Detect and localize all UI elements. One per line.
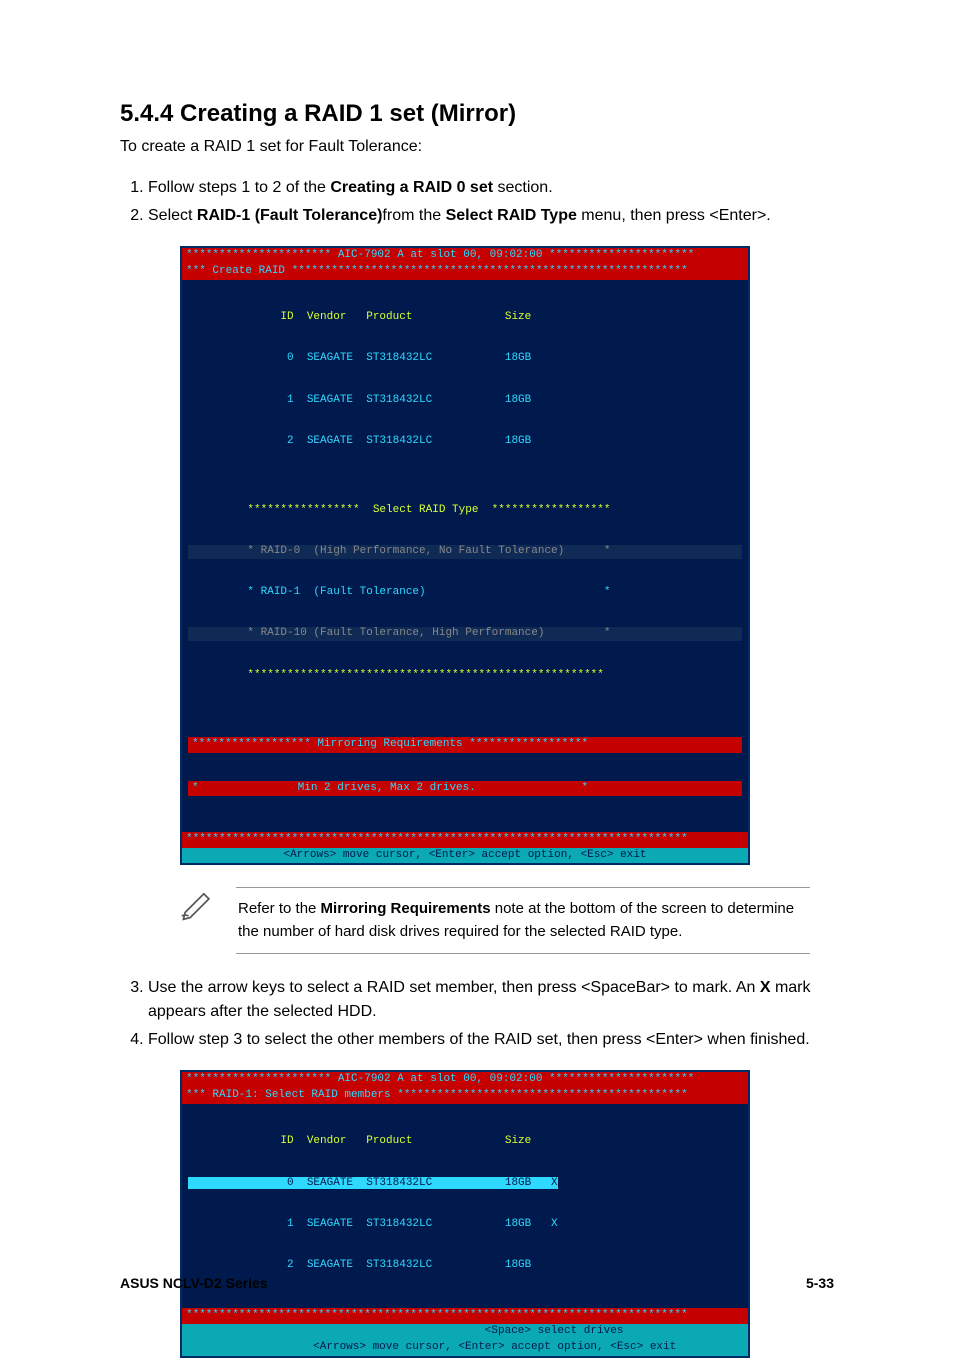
ss1-select-opt: * RAID-10 (Fault Tolerance, High Perform… [188, 627, 742, 641]
step-4: Follow step 3 to select the other member… [148, 1028, 834, 1052]
ss1-row: 0 SEAGATE ST318432LC 18GB [188, 352, 742, 366]
page-container: 5.4.4 Creating a RAID 1 set (Mirror) To … [0, 0, 954, 1351]
step-2-text-c: menu, then press <Enter>. [577, 207, 771, 224]
bios-screenshot-2: ********************** AIC-7902 A at slo… [180, 1070, 750, 1357]
section-heading: 5.4.4 Creating a RAID 1 set (Mirror) [120, 100, 834, 128]
ss1-col-head: ID Vendor Product Size [188, 311, 742, 325]
ss2-topbar: ********************** AIC-7902 A at slo… [182, 1072, 748, 1088]
ss2-col-head: ID Vendor Product Size [188, 1135, 742, 1149]
step-3-bold: X [760, 979, 771, 996]
ss1-row: 1 SEAGATE ST318432LC 18GB [188, 394, 742, 408]
procedure-list-1: Follow steps 1 to 2 of the Creating a RA… [120, 176, 834, 228]
ss1-select-opt-active: * RAID-1 (Fault Tolerance) * [188, 586, 742, 600]
footer-right: 5-33 [806, 1275, 834, 1291]
step-1-text-end: section. [493, 179, 553, 196]
ss2-row-hl: 0 SEAGATE ST318432LC 18GB X [188, 1177, 558, 1189]
footer-left: ASUS NCLV-D2 Series [120, 1275, 268, 1291]
step-1: Follow steps 1 to 2 of the Creating a RA… [148, 176, 834, 200]
ss1-select-head: ***************** Select RAID Type *****… [188, 504, 742, 518]
step-2-text-a: Select [148, 207, 197, 224]
note-text: Refer to the Mirroring Requirements note… [236, 887, 810, 954]
bios-screenshot-1: ********************** AIC-7902 A at slo… [180, 246, 750, 865]
note-pencil-icon [180, 887, 214, 921]
ss1-body: ID Vendor Product Size 0 SEAGATE ST31843… [182, 280, 748, 832]
ss1-select-opt: * RAID-0 (High Performance, No Fault Tol… [188, 545, 742, 559]
procedure-list-2: Use the arrow keys to select a RAID set … [120, 976, 834, 1052]
ss1-row: 2 SEAGATE ST318432LC 18GB [188, 435, 742, 449]
step-1-text: Follow steps 1 to 2 of the [148, 179, 330, 196]
ss2-row: 0 SEAGATE ST318432LC 18GB X [188, 1177, 742, 1191]
ss2-row: 1 SEAGATE ST318432LC 18GB X [188, 1218, 742, 1232]
ss2-sep: ****************************************… [182, 1308, 748, 1324]
ss1-mirror-head: ****************** Mirroring Requirement… [188, 737, 742, 753]
step-2: Select RAID-1 (Fault Tolerance)from the … [148, 204, 834, 228]
ss2-footer-1: <Space> select drives [182, 1324, 748, 1340]
note-text-bold: Mirroring Requirements [321, 900, 491, 917]
step-3: Use the arrow keys to select a RAID set … [148, 976, 834, 1024]
page-footer: ASUS NCLV-D2 Series 5-33 [120, 1275, 834, 1291]
step-2-bold-b: Select RAID Type [446, 207, 577, 224]
step-3-text-a: Use the arrow keys to select a RAID set … [148, 979, 760, 996]
ss1-footer: <Arrows> move cursor, <Enter> accept opt… [182, 848, 748, 864]
ss1-sep: ****************************************… [182, 832, 748, 848]
step-2-text-b: from the [382, 207, 445, 224]
ss1-select-end: ****************************************… [188, 669, 742, 683]
step-2-bold-a: RAID-1 (Fault Tolerance) [197, 207, 383, 224]
ss1-topbar: ********************** AIC-7902 A at slo… [182, 248, 748, 264]
step-1-bold: Creating a RAID 0 set [330, 179, 493, 196]
ss2-title: *** RAID-1: Select RAID members ********… [182, 1088, 748, 1104]
intro-paragraph: To create a RAID 1 set for Fault Toleran… [120, 138, 834, 156]
ss2-footer-2: <Arrows> move cursor, <Enter> accept opt… [182, 1340, 748, 1356]
note-text-a: Refer to the [238, 900, 321, 917]
ss1-mirror-body: * Min 2 drives, Max 2 drives. * [188, 781, 742, 797]
ss1-title: *** Create RAID ************************… [182, 264, 748, 280]
note-block: Refer to the Mirroring Requirements note… [180, 887, 834, 954]
ss2-row: 2 SEAGATE ST318432LC 18GB [188, 1259, 742, 1273]
